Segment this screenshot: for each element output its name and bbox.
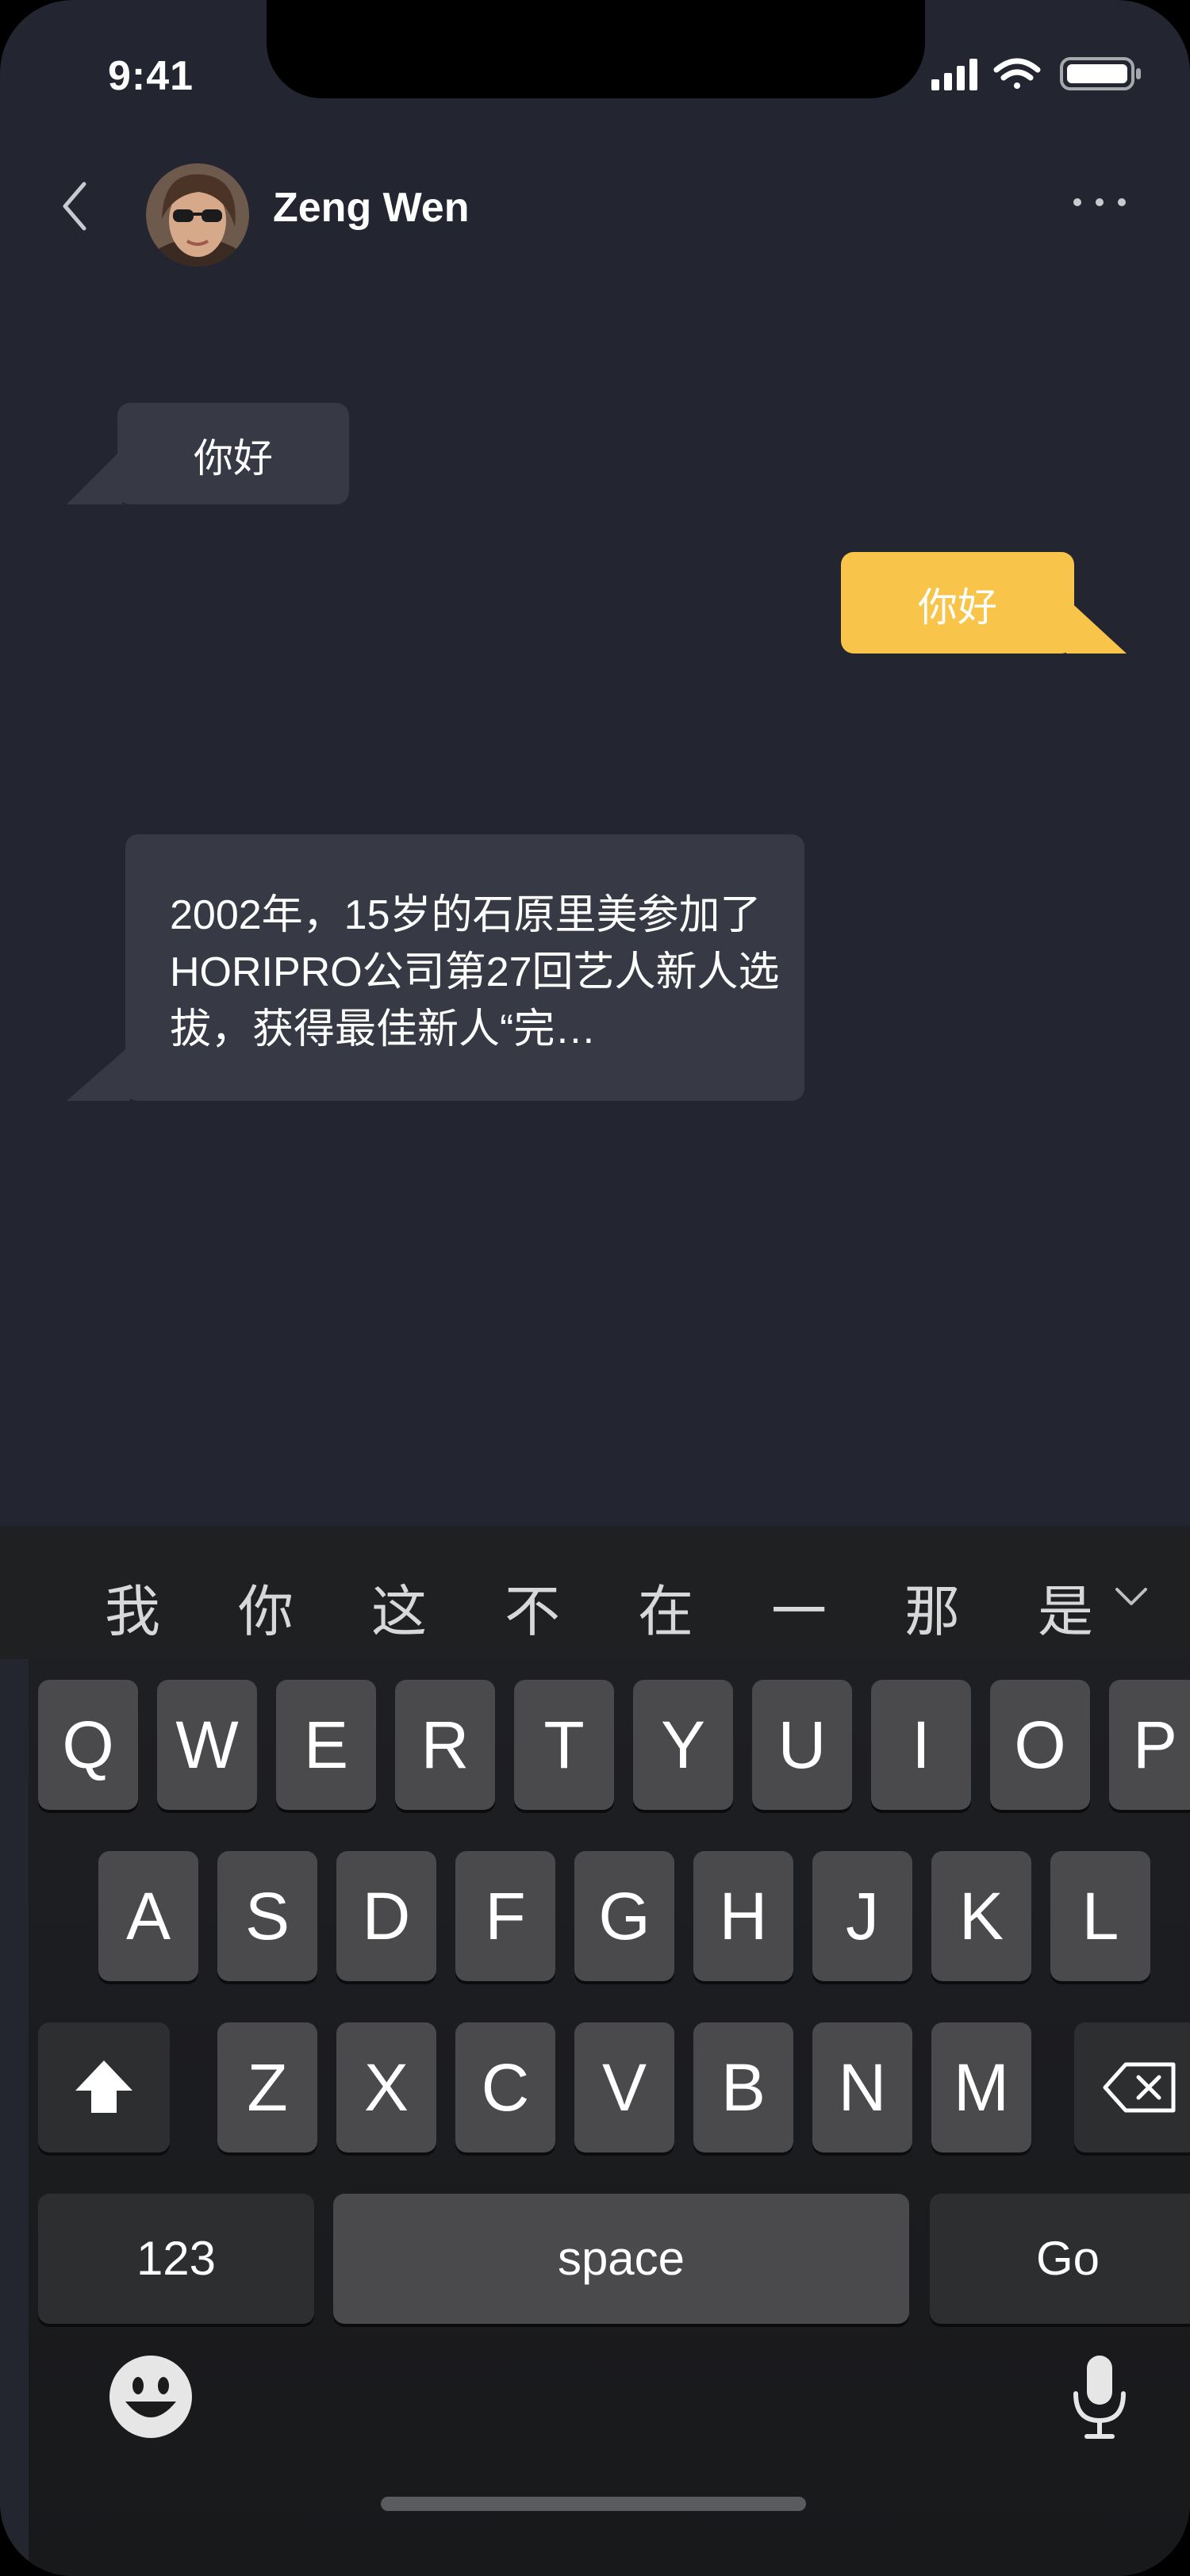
candidate-word[interactable]: 你 — [238, 1567, 294, 1647]
more-icon[interactable] — [1071, 190, 1128, 214]
key[interactable]: M — [931, 2022, 1031, 2152]
key[interactable]: V — [574, 2022, 674, 2152]
key[interactable]: J — [812, 1851, 912, 1981]
candidate-word[interactable]: 那 — [904, 1567, 960, 1647]
message-bubble-incoming[interactable]: 2002年，15岁的石原里美参加了HORIPRO公司第27回艺人新人选拔，获得最… — [125, 834, 804, 1101]
shift-icon — [75, 2060, 132, 2113]
signal-icon — [931, 59, 977, 90]
candidate-word[interactable]: 一 — [771, 1567, 827, 1647]
key[interactable]: Q — [38, 1680, 138, 1810]
candidate-word[interactable]: 在 — [638, 1567, 693, 1647]
key[interactable]: C — [455, 2022, 555, 2152]
key[interactable]: U — [752, 1680, 852, 1810]
space-key[interactable]: space — [333, 2194, 909, 2324]
key[interactable]: S — [217, 1851, 317, 1981]
key[interactable]: R — [395, 1680, 495, 1810]
keyboard-edge — [0, 1659, 29, 2576]
avatar[interactable] — [146, 163, 249, 266]
message-text: 2002年，15岁的石原里美参加了HORIPRO公司第27回艺人新人选拔，获得最… — [170, 892, 780, 1052]
key[interactable]: O — [990, 1680, 1090, 1810]
message-bubble-outgoing[interactable]: 你好 — [841, 552, 1074, 654]
key[interactable]: G — [574, 1851, 674, 1981]
candidate-word[interactable]: 我 — [105, 1567, 160, 1647]
key[interactable]: F — [455, 1851, 555, 1981]
key[interactable]: A — [98, 1851, 198, 1981]
candidate-word[interactable]: 不 — [505, 1567, 560, 1647]
key[interactable]: L — [1050, 1851, 1150, 1981]
key[interactable]: Z — [217, 2022, 317, 2152]
candidate-word[interactable]: 是 — [1038, 1567, 1093, 1647]
candidate-bar: 我 你 这 不 在 一 那 是 — [0, 1526, 1190, 1658]
backspace-key[interactable] — [1074, 2022, 1190, 2152]
contact-name: Zeng Wen — [273, 185, 470, 231]
key[interactable]: B — [693, 2022, 793, 2152]
candidate-word[interactable]: 这 — [371, 1567, 427, 1647]
message-bubble-incoming[interactable]: 你好 — [117, 403, 349, 504]
key[interactable]: N — [812, 2022, 912, 2152]
chevron-down-icon[interactable] — [1114, 1580, 1149, 1612]
key[interactable]: W — [157, 1680, 257, 1810]
message-text: 你好 — [918, 585, 997, 630]
wifi-icon — [993, 58, 1041, 89]
key[interactable]: E — [276, 1680, 376, 1810]
status-icons — [931, 57, 1141, 90]
microphone-icon[interactable] — [1071, 2352, 1128, 2441]
back-chevron-icon[interactable] — [56, 178, 94, 235]
home-indicator — [381, 2497, 806, 2511]
status-time: 9:41 — [108, 53, 194, 99]
numbers-key[interactable]: 123 — [38, 2194, 314, 2324]
key[interactable]: D — [336, 1851, 436, 1981]
key[interactable]: I — [871, 1680, 971, 1810]
shift-key[interactable] — [38, 2022, 170, 2152]
bubble-tail — [1066, 598, 1127, 654]
key[interactable]: K — [931, 1851, 1031, 1981]
message-text: 你好 — [194, 436, 273, 481]
key[interactable]: H — [693, 1851, 793, 1981]
go-key[interactable]: Go — [930, 2194, 1190, 2324]
backspace-icon — [1103, 2062, 1176, 2113]
notch — [267, 0, 925, 98]
emoji-icon[interactable] — [108, 2354, 194, 2440]
key[interactable]: Y — [633, 1680, 733, 1810]
chat-screen: 9:41 Zeng Wen 你好 你好 2002年，15岁的石原里美参加了HOR… — [0, 0, 1190, 2576]
key[interactable]: P — [1109, 1680, 1190, 1810]
key[interactable]: X — [336, 2022, 436, 2152]
keyboard: 我 你 这 不 在 一 那 是 Q W E R T Y U I O P A S … — [0, 1526, 1190, 2576]
battery-icon — [1060, 57, 1141, 90]
key[interactable]: T — [514, 1680, 614, 1810]
